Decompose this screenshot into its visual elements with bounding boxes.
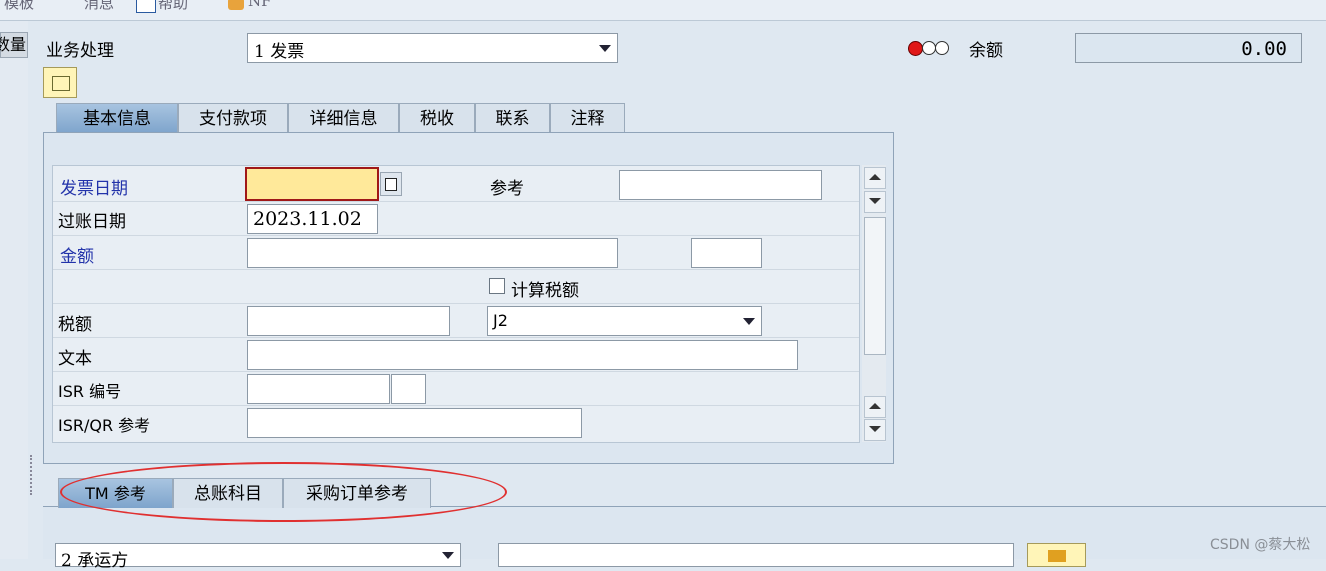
scroll-bottom-button[interactable] xyxy=(864,419,886,441)
bottom-select[interactable]: 2 承运方 xyxy=(55,543,461,571)
text-input[interactable] xyxy=(247,340,798,370)
invoice-date-label: 发票日期 xyxy=(60,179,128,199)
reference-label: 参考 xyxy=(490,179,524,199)
tax-amount-input[interactable] xyxy=(247,306,450,336)
tax-code-select[interactable]: J2 xyxy=(487,306,762,336)
tab-tax[interactable]: 税收 xyxy=(399,103,475,133)
traffic-light-icon xyxy=(908,41,953,56)
posting-date-input[interactable]: 2023.11.02 xyxy=(247,204,378,234)
arrow-right-icon xyxy=(1048,550,1066,562)
quantity-tab[interactable]: 数量 xyxy=(0,32,28,58)
tab-details[interactable]: 详细信息 xyxy=(288,103,399,133)
isr-qr-label: ISR/QR 参考 xyxy=(58,416,151,435)
row-separator xyxy=(53,371,859,372)
balance-label: 余额 xyxy=(969,41,1003,61)
splitter-handle[interactable] xyxy=(30,455,34,495)
tree-icon xyxy=(52,76,70,91)
isr-check-input[interactable] xyxy=(391,374,426,404)
tab-basic-info[interactable]: 基本信息 xyxy=(56,103,178,133)
bottom-input[interactable] xyxy=(498,543,1014,567)
row-separator xyxy=(53,337,859,338)
business-label: 业务处理 xyxy=(46,41,114,61)
chevron-down-icon[interactable] xyxy=(599,45,611,52)
tax-label: 税额 xyxy=(58,315,92,335)
vertical-scrollbar[interactable] xyxy=(862,165,886,442)
calc-tax-label: 计算税额 xyxy=(511,281,579,301)
tab-contact[interactable]: 联系 xyxy=(475,103,550,133)
row-separator xyxy=(53,269,859,270)
chevron-down-icon[interactable] xyxy=(442,552,454,559)
calc-tax-checkbox[interactable] xyxy=(489,278,505,294)
left-strip xyxy=(0,21,28,559)
business-select[interactable]: 1 发票 xyxy=(247,33,618,63)
toolbar-template[interactable]: 模板 xyxy=(4,0,34,13)
chevron-down-icon[interactable] xyxy=(743,318,755,325)
transfer-button[interactable] xyxy=(1027,543,1086,567)
amount-input[interactable] xyxy=(247,238,618,268)
toolbar-help[interactable]: 帮助 xyxy=(158,0,188,13)
scroll-down-button[interactable] xyxy=(864,191,886,213)
row-separator xyxy=(53,405,859,406)
scroll-thumb[interactable] xyxy=(864,217,886,355)
currency-input[interactable] xyxy=(691,238,762,268)
tax-code-value: J2 xyxy=(493,311,508,330)
reference-input[interactable] xyxy=(619,170,822,200)
tab-payment[interactable]: 支付款项 xyxy=(178,103,288,133)
calendar-button[interactable] xyxy=(380,172,402,196)
business-select-value: 1 发票 xyxy=(254,42,305,62)
tab-notes[interactable]: 注释 xyxy=(550,103,625,133)
posting-date-label: 过账日期 xyxy=(58,212,126,232)
help-icon[interactable] xyxy=(136,0,156,13)
invoice-date-field[interactable] xyxy=(245,167,379,201)
row-separator xyxy=(53,235,859,236)
row-separator xyxy=(53,303,859,304)
overview-toggle-button[interactable] xyxy=(43,67,77,98)
row-separator xyxy=(53,201,859,202)
form-area xyxy=(52,165,860,443)
amount-label: 金额 xyxy=(60,247,94,267)
balance-value: 0.00 xyxy=(1075,33,1302,63)
toolbar-nf[interactable]: NF xyxy=(248,0,272,10)
isr-qr-input[interactable] xyxy=(247,408,582,438)
scroll-top-button[interactable] xyxy=(864,396,886,418)
watermark: CSDN @蔡大松 xyxy=(1210,537,1311,553)
isr-number-input[interactable] xyxy=(247,374,390,404)
gear-icon[interactable] xyxy=(228,0,244,10)
isr-number-label: ISR 编号 xyxy=(58,382,122,401)
toolbar: 模板 消息 帮助 NF xyxy=(0,0,1326,21)
toolbar-messages[interactable]: 消息 xyxy=(84,0,114,13)
calendar-icon xyxy=(385,178,397,191)
scroll-up-button[interactable] xyxy=(864,167,886,189)
text-label: 文本 xyxy=(58,349,92,369)
highlight-oval xyxy=(60,462,507,522)
